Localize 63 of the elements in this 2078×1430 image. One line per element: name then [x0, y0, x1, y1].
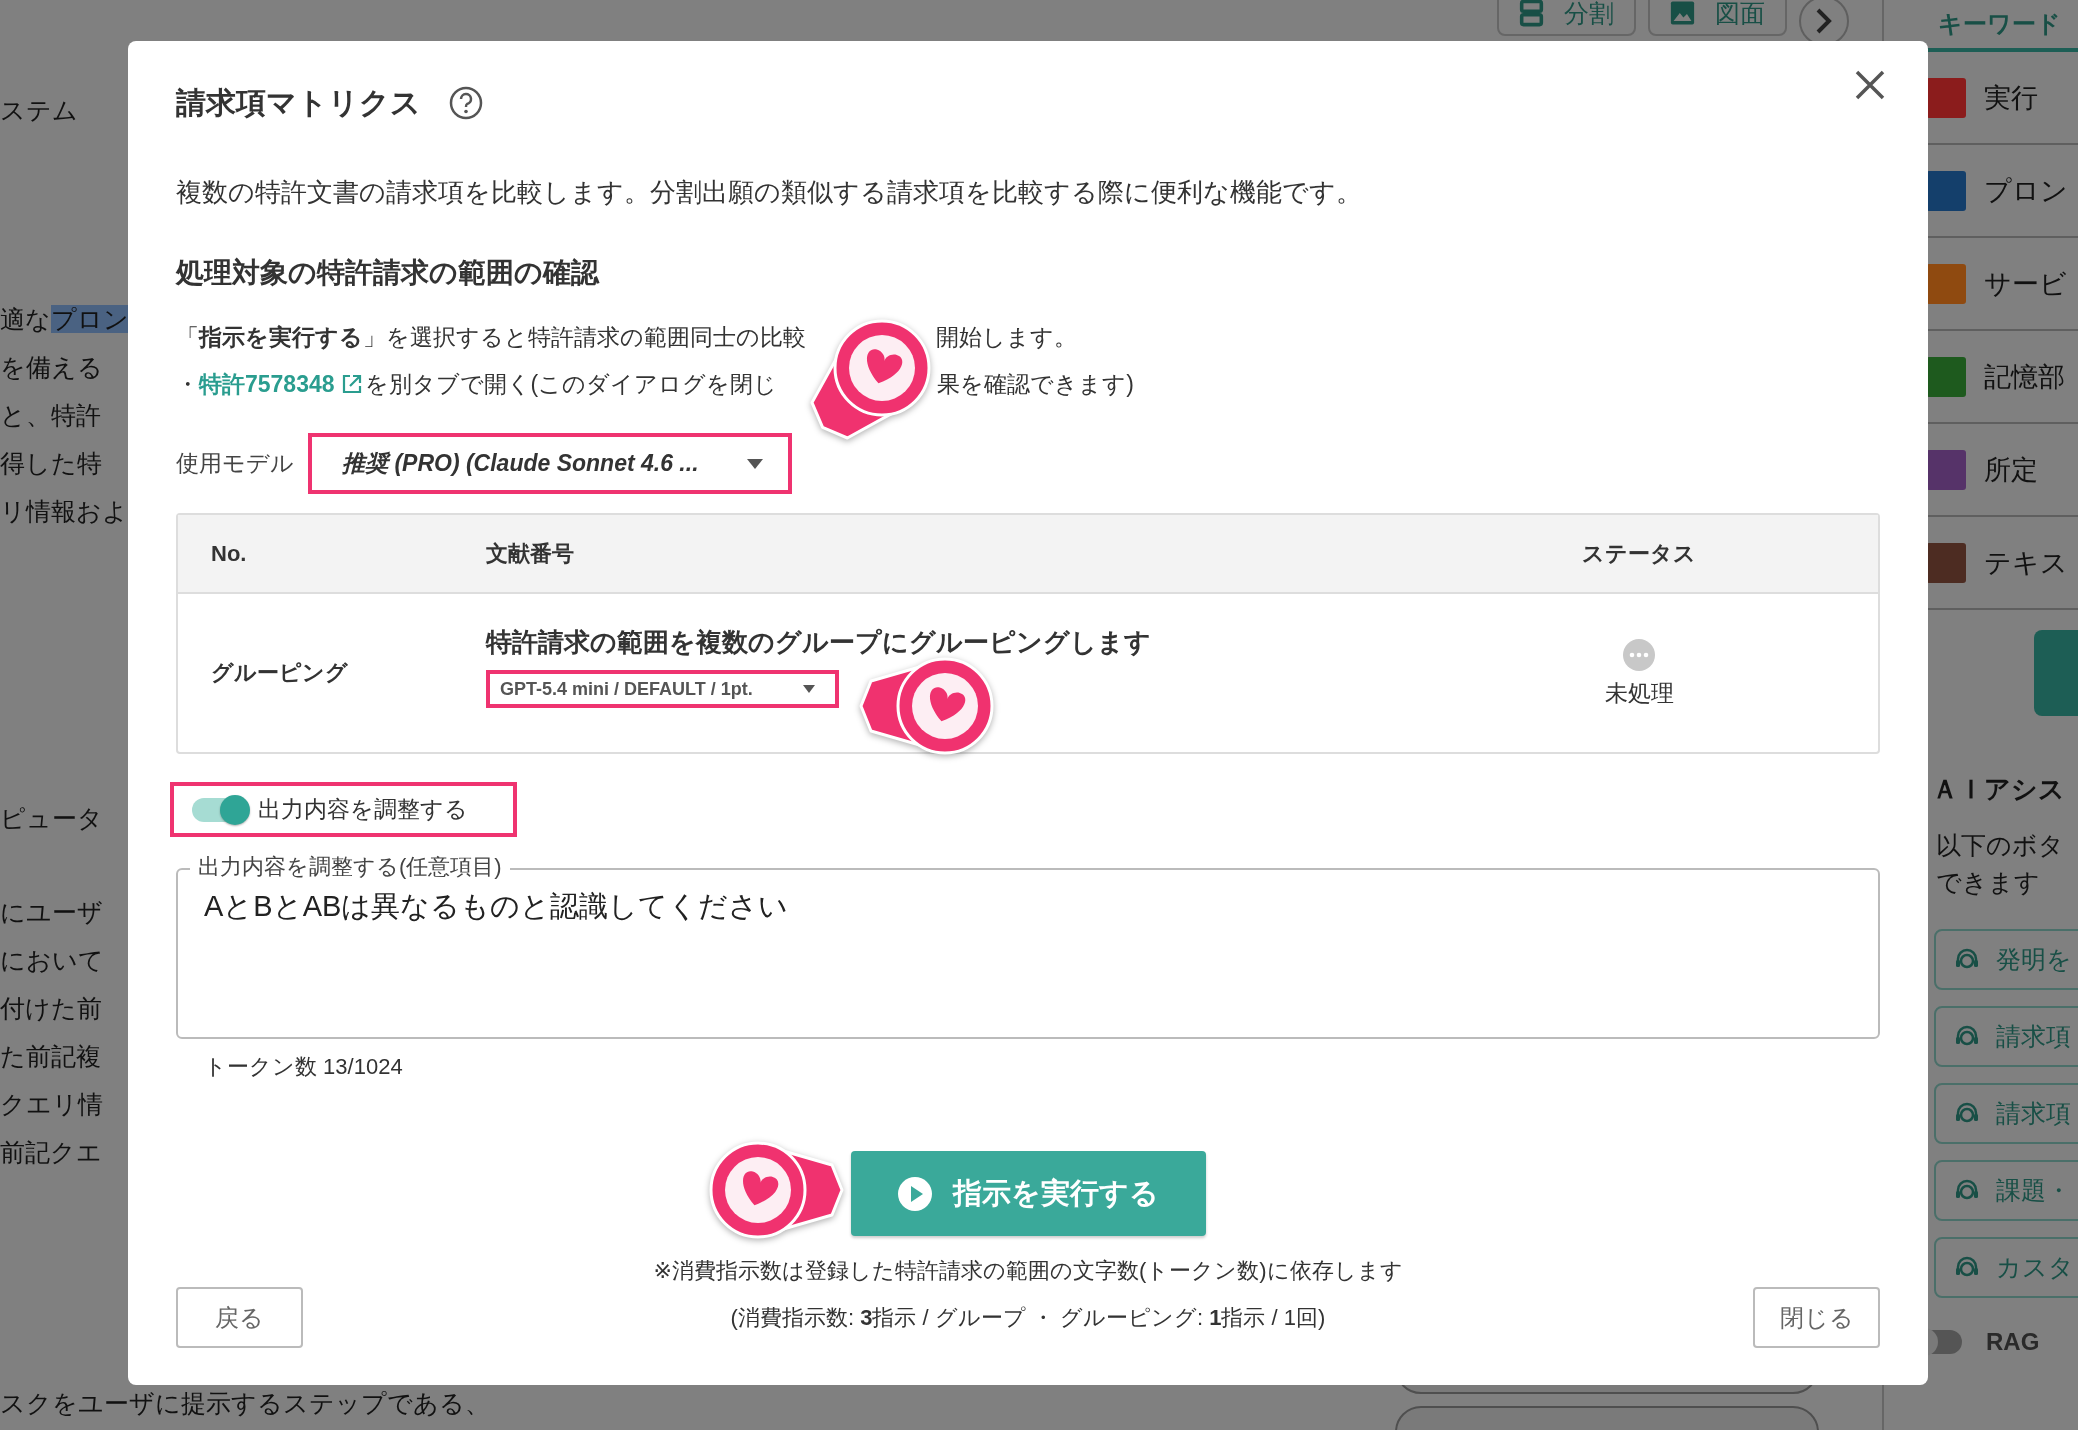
close-button[interactable]: 閉じる	[1753, 1287, 1880, 1348]
assistant-description: できます	[1936, 867, 2041, 898]
dropdown-caret-icon	[746, 457, 764, 470]
keyword-label[interactable]: テキス	[1984, 544, 2068, 581]
keyword-label[interactable]: サービ	[1984, 265, 2067, 302]
keyword-label[interactable]: 所定	[1984, 451, 2038, 488]
close-icon[interactable]	[1854, 69, 1886, 101]
heart-marker-icon	[859, 657, 994, 755]
document-text: を備える	[0, 352, 103, 383]
document-text: 適なプロン	[0, 304, 129, 335]
usage-note: ※消費指示数は登録した特許請求の範囲の文字数(トークン数)に依存します	[653, 1257, 1403, 1285]
patent-link[interactable]: 特許7578348	[199, 364, 335, 404]
play-icon	[897, 1175, 933, 1212]
instruction-text: 開始します。	[936, 323, 1077, 352]
assistant-heading: ＡＩアシス	[1932, 773, 2065, 806]
toggle-label: 出力内容を調整する	[258, 795, 468, 824]
column-header: 文献番号	[486, 539, 575, 568]
model-label: 使用モデル	[176, 449, 294, 478]
back-button[interactable]: 戻る	[176, 1287, 303, 1348]
run-button[interactable]: 指示を実行する	[850, 1151, 1206, 1236]
toggle-switch[interactable]	[192, 797, 248, 822]
model-select[interactable]: 推奨 (PRO) (Claude Sonnet 4.6 ...	[308, 433, 792, 494]
column-header: No.	[210, 540, 248, 567]
link-description: 果を確認できます)	[937, 370, 1134, 399]
model-select[interactable]: GPT-5.4 mini / DEFAULT / 1pt.	[486, 670, 839, 708]
dialog-description: 複数の特許文書の請求項を比較します。分割出願の類似する請求項を比較する際に便利な機能です。	[176, 176, 1363, 209]
table-cell-text: グルーピング	[210, 659, 349, 687]
document-text: 前記クエ	[0, 1137, 102, 1168]
keyword-label[interactable]: 記憶部	[1984, 358, 2065, 395]
split-view-icon	[1519, 0, 1544, 29]
help-icon[interactable]	[449, 86, 483, 120]
document-text: た前記複	[0, 1041, 101, 1072]
section-heading: 処理対象の特許請求の範囲の確認	[176, 256, 601, 290]
rag-label: RAG	[1986, 1328, 2040, 1356]
bullet-text: ・	[176, 370, 199, 399]
keyword-label[interactable]: 実行	[1984, 79, 2038, 116]
external-link-icon[interactable]	[340, 373, 363, 395]
heart-marker-icon	[709, 1141, 844, 1239]
status-text: 未処理	[1604, 678, 1674, 708]
document-text: において	[0, 945, 104, 976]
link-description: を別タブで開く(このダイアログを閉じ	[364, 370, 778, 399]
field-legend: 出力内容を調整する(任意項目)	[190, 852, 510, 882]
heart-marker-icon	[810, 319, 931, 440]
document-text: と、特許	[0, 400, 101, 431]
keyword-label[interactable]: プロン	[1984, 172, 2068, 209]
document-text: 得した特	[0, 448, 102, 479]
usage-note: (消費指示数: 3指示 / グループ ・ グルーピング: 1指示 / 1回)	[730, 1304, 1326, 1332]
assistant-description: 以下のボタ	[1936, 830, 2065, 861]
table-cell-text: 特許請求の範囲を複数のグループにグルーピングします	[486, 626, 1152, 659]
document-text: ピュータ	[0, 803, 103, 834]
token-count: トークン数 13/1024	[203, 1053, 404, 1081]
document-text: にユーザ	[0, 897, 103, 928]
document-text: クエリ情	[0, 1089, 103, 1120]
dropdown-caret-icon	[803, 685, 815, 693]
document-text: ステム	[0, 95, 78, 126]
image-icon	[1670, 0, 1695, 27]
document-text: 付けた前	[0, 993, 102, 1024]
pending-icon	[1622, 637, 1656, 672]
document-text: リ情報およ	[0, 496, 128, 527]
dialog-title: 請求項マトリクス	[176, 84, 421, 121]
column-header: ステータス	[1581, 539, 1697, 568]
document-text: スクをユーザに提示するステップである、	[0, 1388, 490, 1419]
instruction-text: 「指示を実行する」を選択すると特許請求の範囲同士の比較	[176, 323, 806, 352]
